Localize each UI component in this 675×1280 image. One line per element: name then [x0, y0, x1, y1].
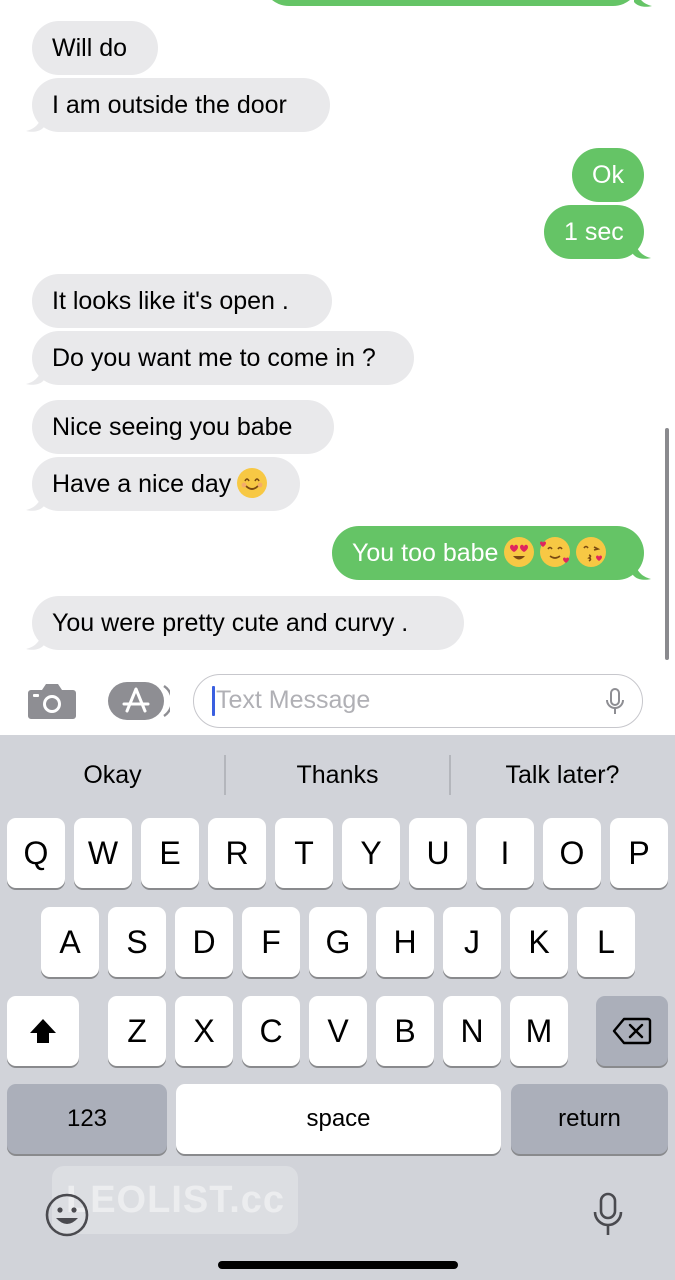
key-z[interactable]: Z [108, 996, 166, 1066]
message-thread[interactable]: Will do I am outside the door Ok 1 sec I… [0, 0, 675, 665]
watermark-text: LEOLIST.cc [66, 1179, 286, 1221]
message-input-placeholder: Text Message [216, 686, 371, 714]
key-e[interactable]: E [141, 818, 199, 888]
bubble-tail [26, 490, 44, 511]
keyboard: Okay Thanks Talk later? Q W E R T Y U I … [0, 735, 675, 1280]
message-bubble-incoming[interactable]: It looks like it's open . [32, 274, 332, 328]
app-store-icon[interactable] [108, 680, 170, 722]
key-m[interactable]: M [510, 996, 568, 1066]
key-d[interactable]: D [175, 907, 233, 977]
smiling-face-icon [237, 468, 268, 499]
key-r[interactable]: R [208, 818, 266, 888]
key-w[interactable]: W [74, 818, 132, 888]
face-blowing-kiss-icon [576, 537, 607, 568]
message-bubble-incoming[interactable]: Do you want me to come in ? [32, 331, 414, 385]
message-bubble-partial [262, 0, 640, 6]
delete-key[interactable] [596, 996, 668, 1066]
bubble-tail [26, 364, 44, 385]
key-s[interactable]: S [108, 907, 166, 977]
message-bubble-outgoing[interactable]: You too babe [332, 526, 644, 580]
bubble-tail [633, 559, 651, 580]
emoji-keyboard-icon[interactable] [44, 1192, 90, 1238]
predictive-text-bar: Okay Thanks Talk later? [0, 735, 675, 815]
message-bubble-incoming[interactable]: Have a nice day [32, 457, 300, 511]
key-q[interactable]: Q [7, 818, 65, 888]
message-bubble-incoming[interactable]: I am outside the door [32, 78, 330, 132]
key-n[interactable]: N [443, 996, 501, 1066]
key-v[interactable]: V [309, 996, 367, 1066]
message-text: You too babe [352, 539, 499, 567]
key-l[interactable]: L [577, 907, 635, 977]
numbers-key[interactable]: 123 [7, 1084, 167, 1154]
key-p[interactable]: P [610, 818, 668, 888]
key-x[interactable]: X [175, 996, 233, 1066]
key-b[interactable]: B [376, 996, 434, 1066]
message-text: Have a nice day [52, 470, 232, 498]
suggestion-talk-later[interactable]: Talk later? [450, 735, 675, 815]
message-bubble-outgoing[interactable]: 1 sec [544, 205, 644, 259]
message-bubble-incoming[interactable]: You were pretty cute and curvy . [32, 596, 464, 650]
scrollbar[interactable] [665, 428, 669, 660]
suggestion-okay[interactable]: Okay [0, 735, 225, 815]
heart-eyes-icon [504, 537, 535, 568]
dictation-microphone-icon[interactable] [592, 1192, 624, 1238]
message-bubble-incoming[interactable]: Nice seeing you babe [32, 400, 334, 454]
home-indicator[interactable] [218, 1261, 458, 1269]
message-input-bar: Text Message [0, 665, 675, 735]
microphone-icon[interactable] [604, 687, 626, 717]
camera-icon[interactable] [27, 682, 77, 720]
key-t[interactable]: T [275, 818, 333, 888]
key-c[interactable]: C [242, 996, 300, 1066]
key-j[interactable]: J [443, 907, 501, 977]
shift-key[interactable] [7, 996, 79, 1066]
key-k[interactable]: K [510, 907, 568, 977]
bubble-tail [634, 0, 652, 7]
key-f[interactable]: F [242, 907, 300, 977]
key-y[interactable]: Y [342, 818, 400, 888]
bubble-tail [633, 238, 651, 259]
return-key[interactable]: return [511, 1084, 668, 1154]
key-h[interactable]: H [376, 907, 434, 977]
key-o[interactable]: O [543, 818, 601, 888]
suggestion-thanks[interactable]: Thanks [225, 735, 450, 815]
space-key[interactable]: space [176, 1084, 501, 1154]
bubble-tail [26, 629, 44, 650]
key-u[interactable]: U [409, 818, 467, 888]
bubble-tail [26, 111, 44, 132]
backspace-icon [612, 1017, 652, 1045]
key-g[interactable]: G [309, 907, 367, 977]
key-a[interactable]: A [41, 907, 99, 977]
text-cursor [212, 686, 215, 716]
smiling-face-with-hearts-icon [540, 537, 571, 568]
key-i[interactable]: I [476, 818, 534, 888]
message-bubble-outgoing[interactable]: Ok [572, 148, 644, 202]
message-bubble-incoming[interactable]: Will do [32, 21, 158, 75]
shift-icon [30, 1019, 56, 1043]
message-input[interactable]: Text Message [193, 674, 643, 728]
